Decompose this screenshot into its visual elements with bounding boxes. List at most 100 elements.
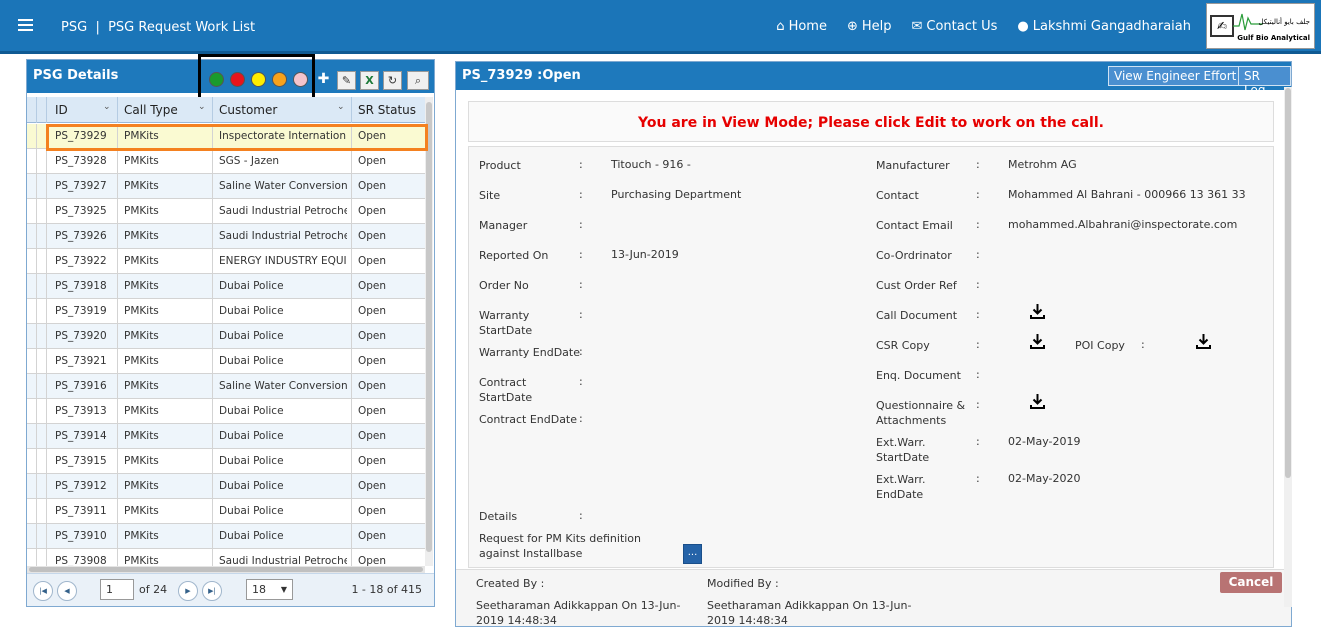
download-icon[interactable]	[1029, 303, 1046, 320]
cell-sr-status: Open	[358, 230, 387, 242]
cell-customer: Saudi Industrial Petroche...	[219, 205, 347, 217]
field-value-contact-email: mohammed.Albahrani@inspectorate.com	[1008, 218, 1238, 231]
status-pink-filter[interactable]	[293, 72, 308, 87]
cell-id: PS_73929	[55, 130, 107, 142]
panel-header: PSG Details ✚ ✎ X ↻ ⌕	[27, 54, 434, 100]
field-label-coordinator: Co-Ordrinator	[876, 249, 952, 262]
table-row[interactable]: PS_73911 PMKits Dubai Police Open	[27, 499, 427, 524]
page-count: of 24	[139, 583, 168, 596]
field-label-ext-warr-start: Ext.Warr. StartDate	[876, 436, 930, 464]
detail-vertical-scroll-thumb[interactable]	[1285, 88, 1291, 478]
column-header-id[interactable]: ID	[55, 103, 68, 117]
table-row[interactable]: PS_73912 PMKits Dubai Police Open	[27, 474, 427, 499]
grid-vertical-scroll-thumb[interactable]	[426, 102, 432, 552]
table-row[interactable]: PS_73920 PMKits Dubai Police Open	[27, 324, 427, 349]
status-filter-group	[198, 54, 315, 100]
cell-call-type: PMKits	[124, 230, 159, 242]
table-row[interactable]: PS_73927 PMKits Saline Water Conversion ..…	[27, 174, 427, 199]
cell-call-type: PMKits	[124, 180, 159, 192]
view-mode-message: You are in View Mode; Please click Edit …	[468, 101, 1274, 142]
cell-id: PS_73920	[55, 330, 107, 342]
table-row[interactable]: PS_73908 PMKits Saudi Industrial Petroche.…	[27, 549, 427, 566]
table-row[interactable]: PS_73926 PMKits Saudi Industrial Petroche.…	[27, 224, 427, 249]
cell-id: PS_73910	[55, 530, 107, 542]
cell-call-type: PMKits	[124, 555, 159, 566]
status-green-filter[interactable]	[209, 72, 224, 87]
status-yellow-filter[interactable]	[251, 72, 266, 87]
status-red-filter[interactable]	[230, 72, 245, 87]
user-icon: ●	[1017, 19, 1029, 34]
table-row[interactable]: PS_73928 PMKits SGS - Jazen Open	[27, 149, 427, 174]
excel-icon[interactable]: X	[360, 71, 379, 90]
grid-body: PS_73929 PMKits Inspectorate Internation..…	[27, 124, 427, 566]
cell-id: PS_73925	[55, 205, 107, 217]
cell-id: PS_73913	[55, 405, 107, 417]
download-icon[interactable]	[1195, 333, 1212, 350]
last-page-icon[interactable]: ▶|	[202, 581, 222, 601]
field-label-contact-email: Contact Email	[876, 219, 953, 232]
table-row[interactable]: PS_73915 PMKits Dubai Police Open	[27, 449, 427, 474]
column-menu-icon[interactable]: ⌄	[103, 102, 111, 112]
search-icon[interactable]: ⌕	[407, 71, 429, 90]
table-row[interactable]: PS_73922 PMKits ENERGY INDUSTRY EQUIP... Op…	[27, 249, 427, 274]
field-value-ext-warr-start: 02-May-2019	[1008, 435, 1081, 448]
field-label-site: Site	[479, 189, 501, 202]
cell-customer: Dubai Police	[219, 480, 284, 492]
cell-id: PS_73926	[55, 230, 107, 242]
column-header-call-type[interactable]: Call Type	[124, 103, 178, 117]
download-icon[interactable]	[1029, 393, 1046, 410]
top-nav: ⌂ Home ⊕ Help ✉ Contact Us ● Lakshmi Gan…	[776, 19, 1191, 34]
grid-horizontal-scroll-thumb[interactable]	[29, 567, 423, 572]
table-row[interactable]: PS_73914 PMKits Dubai Police Open	[27, 424, 427, 449]
column-menu-icon[interactable]: ⌄	[198, 102, 206, 112]
cell-customer: Dubai Police	[219, 405, 284, 417]
cancel-button[interactable]: Cancel	[1220, 572, 1282, 593]
table-row[interactable]: PS_73929 PMKits Inspectorate Internation..…	[27, 124, 427, 149]
table-row[interactable]: PS_73918 PMKits Dubai Police Open	[27, 274, 427, 299]
cell-call-type: PMKits	[124, 480, 159, 492]
add-icon[interactable]: ✚	[314, 71, 333, 90]
table-row[interactable]: PS_73910 PMKits Dubai Police Open	[27, 524, 427, 549]
page-number-input[interactable]: 1	[100, 579, 134, 600]
cell-customer: Dubai Police	[219, 355, 284, 367]
table-row[interactable]: PS_73919 PMKits Dubai Police Open	[27, 299, 427, 324]
cell-id: PS_73912	[55, 480, 107, 492]
sr-log-button[interactable]: SR Log	[1238, 66, 1291, 97]
column-header-customer[interactable]: Customer	[219, 103, 277, 117]
nav-home[interactable]: ⌂ Home	[776, 19, 827, 34]
brand-label[interactable]: PSG	[61, 20, 87, 35]
modified-by-label: Modified By :	[707, 577, 779, 590]
nav-contact-us[interactable]: ✉ Contact Us	[912, 19, 998, 34]
psg-details-panel: PSG Details ✚ ✎ X ↻ ⌕ ID ⌄ Call Type ⌄ C…	[26, 54, 435, 607]
prev-page-icon[interactable]: ◀	[57, 581, 77, 601]
cell-sr-status: Open	[358, 280, 387, 292]
edit-icon[interactable]: ✎	[337, 71, 356, 90]
status-orange-filter[interactable]	[272, 72, 287, 87]
cell-customer: Dubai Police	[219, 330, 284, 342]
download-icon[interactable]	[1029, 333, 1046, 350]
cell-id: PS_73921	[55, 355, 107, 367]
cell-call-type: PMKits	[124, 205, 159, 217]
view-engineer-effort-button[interactable]: View Engineer Effort	[1108, 66, 1243, 86]
cell-id: PS_73915	[55, 455, 107, 467]
table-row[interactable]: PS_73921 PMKits Dubai Police Open	[27, 349, 427, 374]
cell-call-type: PMKits	[124, 380, 159, 392]
hamburger-menu-icon[interactable]	[18, 19, 33, 31]
cell-customer: Saline Water Conversion ...	[219, 380, 347, 392]
nav-help[interactable]: ⊕ Help	[847, 19, 892, 34]
details-more-button[interactable]: ...	[683, 544, 702, 564]
cell-customer: Dubai Police	[219, 505, 284, 517]
page-size-select[interactable]: 18 ▼	[246, 579, 293, 600]
refresh-icon[interactable]: ↻	[383, 71, 402, 90]
next-page-icon[interactable]: ▶	[178, 581, 198, 601]
cell-customer: Dubai Police	[219, 430, 284, 442]
table-row[interactable]: PS_73925 PMKits Saudi Industrial Petroche.…	[27, 199, 427, 224]
column-menu-icon[interactable]: ⌄	[337, 102, 345, 112]
column-header-sr-status[interactable]: SR Status	[358, 103, 416, 117]
audit-footer: Created By : Seetharaman Adikkappan On 1…	[456, 569, 1291, 627]
first-page-icon[interactable]: |◀	[33, 581, 53, 601]
table-row[interactable]: PS_73916 PMKits Saline Water Conversion ..…	[27, 374, 427, 399]
nav-user[interactable]: ● Lakshmi Gangadharaiah	[1017, 19, 1191, 34]
table-row[interactable]: PS_73913 PMKits Dubai Police Open	[27, 399, 427, 424]
field-label-poi-copy: POI Copy	[1075, 339, 1125, 352]
